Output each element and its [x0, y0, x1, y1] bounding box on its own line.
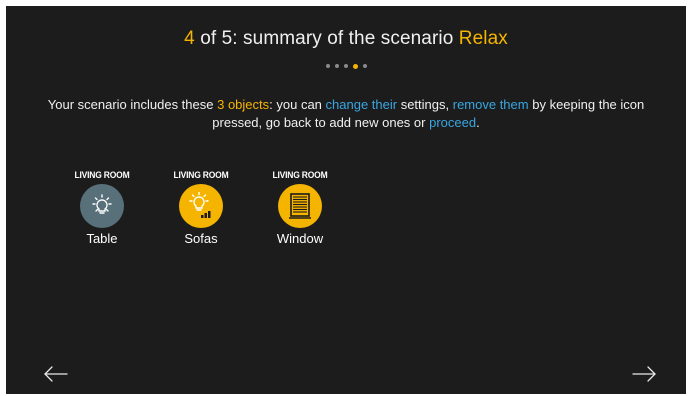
back-button[interactable]: [42, 364, 70, 384]
step-dot: [334, 64, 339, 68]
next-button[interactable]: [630, 364, 658, 384]
instructions-part: Your scenario includes these: [47, 97, 218, 112]
object-icon-button[interactable]: [179, 184, 223, 228]
scenario-object-table[interactable]: LIVING ROOM Table: [64, 169, 140, 246]
lightbulb-icon: [92, 194, 112, 214]
object-name: Table: [86, 231, 118, 246]
scenario-object-sofas[interactable]: LIVING ROOM Sofas: [163, 169, 239, 246]
object-name: Sofas: [184, 231, 218, 246]
step-number: 4: [184, 28, 195, 49]
arrow-left-icon: [44, 366, 68, 382]
change-settings-link[interactable]: change their: [326, 97, 398, 112]
step-progress-dots: [6, 63, 686, 69]
step-text: of 5: summary of the scenario: [194, 28, 459, 49]
object-room-label: LIVING ROOM: [272, 169, 328, 181]
instructions-part: .: [476, 115, 480, 130]
scenario-name: Relax: [458, 28, 508, 49]
dimmer-lightbulb-icon: [189, 192, 211, 218]
object-icon-button[interactable]: [278, 184, 322, 228]
step-dot: [343, 64, 348, 68]
objects-count: 3 objects: [217, 97, 270, 112]
step-dot-active: [352, 63, 358, 69]
scenario-summary-screen: 4 of 5: summary of the scenario Relax Yo…: [6, 6, 686, 394]
arrow-right-icon: [632, 366, 656, 382]
remove-objects-link[interactable]: remove them: [453, 97, 529, 112]
proceed-link[interactable]: proceed: [429, 115, 476, 130]
instructions-text: Your scenario includes these 3 objects: …: [46, 96, 646, 132]
object-icon-button[interactable]: [80, 184, 124, 228]
shutter-icon: [289, 193, 311, 219]
object-name: Window: [276, 231, 324, 246]
step-dot: [325, 64, 330, 68]
page-title: 4 of 5: summary of the scenario Relax: [6, 28, 686, 50]
instructions-part: : you can: [269, 97, 326, 112]
scenario-object-window[interactable]: LIVING ROOM Window: [262, 169, 338, 246]
object-room-label: LIVING ROOM: [173, 169, 229, 181]
object-room-label: LIVING ROOM: [74, 169, 130, 181]
instructions-part: settings,: [397, 97, 453, 112]
step-dot: [362, 64, 367, 68]
